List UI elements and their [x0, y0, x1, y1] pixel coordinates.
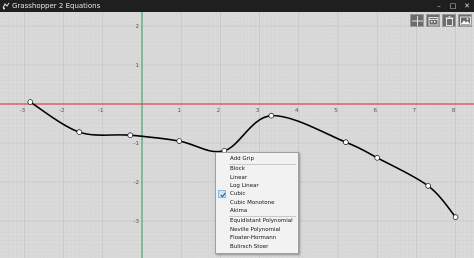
curve-grip[interactable] [176, 138, 183, 144]
y-tick-label: 2 [136, 24, 140, 30]
window-title: Grasshopper 2 Equations [12, 2, 101, 10]
crosshair-icon [412, 16, 423, 26]
menu-item[interactable]: Log Linear [230, 182, 259, 190]
x-tick-label: 5 [334, 108, 338, 114]
menu-item[interactable]: Bulirsch Stoer [230, 243, 268, 251]
menu-item[interactable]: Linear [230, 174, 247, 182]
curve-grip[interactable] [268, 112, 275, 119]
calendar-icon [428, 17, 439, 26]
x-tick-label: 7 [413, 108, 417, 114]
y-tick-label: -3 [134, 219, 140, 225]
maximize-button[interactable]: □ [446, 0, 460, 12]
curve-grip[interactable] [374, 155, 381, 161]
menu-item[interactable]: Equidistant Polynomial [230, 217, 293, 225]
delete-button[interactable] [442, 14, 456, 27]
menu-item[interactable]: Add Grip [230, 155, 254, 163]
x-tick-label: 3 [256, 108, 260, 114]
x-tick-label: 8 [452, 108, 456, 114]
close-button[interactable]: ✕ [460, 0, 474, 12]
y-tick-label: -2 [134, 180, 139, 186]
calendar-button[interactable] [426, 14, 440, 27]
curve-grip[interactable] [452, 214, 459, 220]
checkmark-icon [218, 190, 226, 199]
x-tick-label: -3 [20, 108, 26, 114]
crosshair-button[interactable] [410, 14, 424, 27]
x-tick-label: 4 [295, 108, 299, 114]
curve-grip[interactable] [76, 129, 83, 135]
menu-item[interactable]: Cubic [230, 190, 245, 198]
curve-grip[interactable] [127, 132, 134, 138]
menu-item[interactable]: Cubic Monotone [230, 199, 274, 207]
image-icon [460, 16, 471, 26]
x-tick-label: 1 [177, 108, 181, 114]
equations-window: Grasshopper 2 Equations – □ ✕ -3 -2 -1 1 2 3 4… [0, 0, 474, 258]
menu-item[interactable]: Floater-Hormann [230, 234, 276, 242]
y-tick-label: 1 [136, 63, 140, 69]
curve-grip[interactable] [425, 183, 431, 189]
x-tick-labels: -3 -2 -1 1 2 3 4 5 6 7 8 [20, 108, 456, 114]
menu-item[interactable]: Block [230, 165, 245, 173]
x-tick-label: -1 [98, 108, 103, 114]
title-bar[interactable]: Grasshopper 2 Equations – □ ✕ [0, 0, 474, 12]
y-tick-labels: 2 1 -1 -2 -3 [134, 24, 140, 225]
x-tick-label: -2 [59, 108, 64, 114]
menu-item[interactable]: Neville Polynomial [230, 226, 280, 234]
trash-icon [445, 16, 454, 26]
y-tick-label: -1 [134, 141, 139, 147]
image-button[interactable] [458, 14, 472, 27]
menu-item[interactable]: Akima [230, 207, 247, 215]
interpolation-context-menu: Add Grip Block Linear Log Linear Cubic Cubic … [215, 152, 299, 254]
curve-grip[interactable] [27, 99, 34, 105]
minimize-button[interactable]: – [432, 0, 446, 12]
x-tick-label: 2 [217, 108, 221, 114]
grasshopper-app-icon [2, 2, 10, 10]
x-tick-label: 6 [373, 108, 377, 114]
curve-grip[interactable] [343, 139, 349, 146]
